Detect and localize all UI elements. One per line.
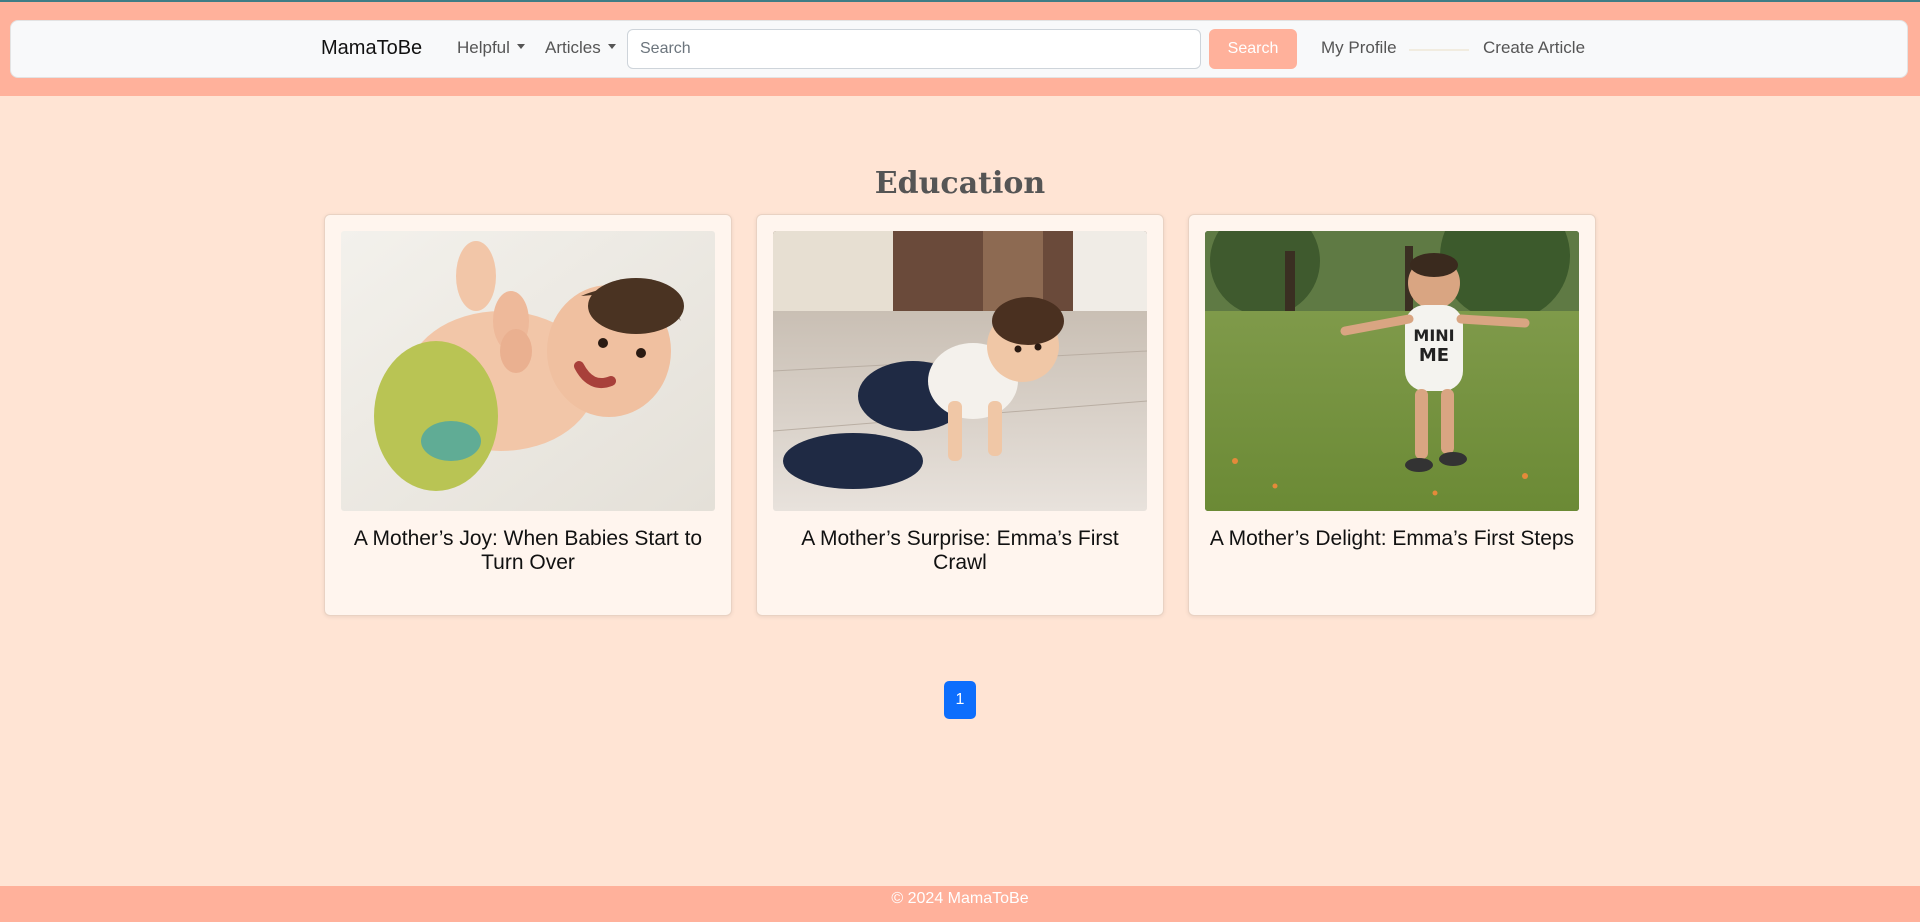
- svg-text:MINI: MINI: [1413, 326, 1454, 345]
- article-image-baby-crawling: [773, 231, 1147, 511]
- navbar: MamaToBe Helpful Articles Search My Prof…: [10, 20, 1908, 78]
- create-article-link[interactable]: Create Article: [1483, 38, 1585, 58]
- my-profile-link[interactable]: My Profile: [1321, 38, 1397, 58]
- article-image-baby-lying: [341, 231, 715, 511]
- search-input[interactable]: [627, 29, 1201, 69]
- chevron-down-icon: [516, 44, 525, 50]
- article-card[interactable]: MINI ME A Mother’s Delight: Emma’s First…: [1188, 214, 1596, 616]
- article-title: A Mother’s Joy: When Babies Start to Tur…: [353, 527, 703, 574]
- articles-dropdown[interactable]: Articles: [545, 38, 616, 58]
- brand-logo[interactable]: MamaToBe: [321, 37, 422, 60]
- article-card[interactable]: A Mother’s Joy: When Babies Start to Tur…: [324, 214, 732, 616]
- nav-divider: [1409, 49, 1469, 51]
- article-card[interactable]: A Mother’s Surprise: Emma’s First Crawl: [756, 214, 1164, 616]
- articles-label: Articles: [545, 38, 601, 57]
- svg-text:ME: ME: [1419, 345, 1449, 366]
- article-title: A Mother’s Surprise: Emma’s First Crawl: [801, 527, 1119, 574]
- pagination-page-button[interactable]: 1: [944, 681, 976, 719]
- section-title: Education: [874, 166, 1046, 201]
- chevron-down-icon: [607, 44, 616, 50]
- helpful-dropdown[interactable]: Helpful: [457, 38, 525, 58]
- article-image-toddler-walking: MINI ME: [1205, 231, 1579, 511]
- article-title: A Mother’s Delight: Emma’s First Steps: [1209, 527, 1575, 550]
- search-button[interactable]: Search: [1209, 29, 1297, 69]
- footer: © 2024 MamaToBe: [0, 886, 1920, 922]
- helpful-label: Helpful: [457, 38, 510, 57]
- footer-text: © 2024 MamaToBe: [891, 890, 1029, 907]
